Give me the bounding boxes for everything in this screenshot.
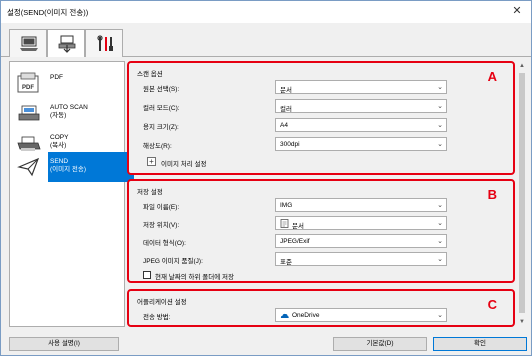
sidebar: PDF PDF AUTO SCAN (자동) COPY (복사) SEND (이… [9,61,134,327]
auto-scan-icon [18,105,40,121]
chevron-down-icon: ⌄ [437,202,443,209]
document-folder-icon [280,219,289,228]
save-settings-title: 저장 설정 [137,189,163,196]
chevron-down-icon: ⌄ [437,103,443,110]
dropdown-value: IMG [280,202,293,209]
group-marker-a: A [487,69,497,84]
settings-panel: 스캔 옵션 A 원본 선택(S): 문서 ⌄ 컬러 모드(C): 컬러 ⌄ 용지… [127,61,515,327]
color-mode-label: 컬러 모드(C): [143,105,180,112]
tools-icon [97,35,113,51]
sidebar-item-label: COPY (복사) [50,134,69,149]
sidebar-item-label: SEND (이미지 전송) [50,158,87,173]
chevron-down-icon: ⌄ [437,312,443,319]
group-marker-c: C [487,297,497,312]
dropdown-value: OneDrive [292,312,320,319]
sidebar-item-label: PDF [50,74,63,81]
image-processing-settings-label[interactable]: 이미지 처리 설정 [161,158,206,168]
file-name-label: 파일 이름(E): [143,204,180,211]
dropdown-value: JPEG/Exif [280,238,310,245]
chevron-down-icon: ⌄ [437,238,443,245]
scroll-down-icon[interactable]: ▼ [517,317,527,327]
date-subfolder-checkbox[interactable] [143,271,151,279]
settings-window: 설정(SEND(이미지 전송)) ✕ PDF PDF AUTO SCAN (자동… [0,0,532,356]
close-icon[interactable]: ✕ [509,4,525,18]
chevron-down-icon: ⌄ [437,220,443,227]
date-subfolder-label[interactable]: 현재 날짜의 하위 폴더에 저장 [155,271,234,281]
application-settings-group: 어플리케이션 설정 C 전송 방법: OneDrive ⌄ [127,289,515,327]
copy-icon [17,136,41,151]
tab-general-settings[interactable] [85,29,123,58]
tab-scan-from-computer[interactable] [9,29,47,58]
paper-size-dropdown[interactable]: A4 ⌄ [275,118,447,132]
send-method-label: 전송 방법: [143,314,171,321]
resolution-dropdown[interactable]: 300dpi ⌄ [275,137,447,151]
file-name-dropdown[interactable]: IMG ⌄ [275,198,447,212]
scan-options-group: 스캔 옵션 A 원본 선택(S): 문서 ⌄ 컬러 모드(C): 컬러 ⌄ 용지… [127,61,515,175]
save-location-label: 저장 위치(V): [143,222,180,229]
scrollbar-thumb[interactable] [519,73,525,313]
chevron-down-icon: ⌄ [437,141,443,148]
dropdown-value: 문서 [280,87,292,94]
application-settings-title: 어플리케이션 설정 [137,299,187,306]
dropdown-value: 300dpi [280,141,300,148]
window-title: 설정(SEND(이미지 전송)) [7,8,89,17]
pdf-icon: PDF [17,72,39,93]
data-format-dropdown[interactable]: JPEG/Exif ⌄ [275,234,447,248]
computer-icon [20,36,38,51]
scroll-up-icon[interactable]: ▲ [517,61,527,71]
send-method-dropdown[interactable]: OneDrive ⌄ [275,308,447,322]
vertical-scrollbar[interactable]: ▲ ▼ [517,61,527,327]
chevron-down-icon: ⌄ [437,84,443,91]
ok-button[interactable]: 확인 [433,337,527,351]
onedrive-icon [280,313,289,318]
scan-options-title: 스캔 옵션 [137,71,163,78]
defaults-button[interactable]: 기본값(D) [333,337,427,351]
dropdown-value: 문서 [292,223,304,230]
chevron-down-icon: ⌄ [437,122,443,129]
group-marker-b: B [487,187,497,202]
source-select-dropdown[interactable]: 문서 ⌄ [275,80,447,94]
save-location-dropdown[interactable]: 문서 ⌄ [275,216,447,230]
sidebar-item-label: AUTO SCAN (자동) [50,104,88,119]
resolution-label: 해상도(R): [143,143,172,150]
sidebar-item-pdf[interactable]: PDF PDF [14,68,124,98]
jpeg-quality-label: JPEG 이미지 품질(J): [143,258,203,265]
dropdown-value: 표준 [280,259,292,266]
footer-bar: 사용 설명(I) 기본값(D) 확인 [1,333,531,355]
send-icon [17,157,40,177]
color-mode-dropdown[interactable]: 컬러 ⌄ [275,99,447,113]
title-bar: 설정(SEND(이미지 전송)) ✕ [1,1,531,23]
dropdown-value: 컬러 [280,106,292,113]
chevron-down-icon: ⌄ [437,256,443,263]
tab-scan-from-operation-panel[interactable] [47,29,85,59]
svg-text:PDF: PDF [22,85,34,91]
data-format-label: 데이터 형식(O): [143,240,186,247]
dropdown-value: A4 [280,122,288,129]
jpeg-quality-dropdown[interactable]: 표준 ⌄ [275,252,447,266]
scan-to-folder-icon [58,35,76,53]
sidebar-item-send[interactable]: SEND (이미지 전송) [14,152,134,182]
sidebar-item-auto-scan[interactable]: AUTO SCAN (자동) [14,98,124,128]
save-settings-group: 저장 설정 B 파일 이름(E): IMG ⌄ 저장 위치(V): 문서 ⌄ 데… [127,179,515,283]
source-select-label: 원본 선택(S): [143,86,180,93]
tab-bar [1,23,531,59]
paper-size-label: 용지 크기(Z): [143,124,179,131]
content-area: PDF PDF AUTO SCAN (자동) COPY (복사) SEND (이… [1,57,531,333]
instructions-button[interactable]: 사용 설명(I) [9,337,119,351]
expand-icon[interactable]: + [147,157,156,166]
